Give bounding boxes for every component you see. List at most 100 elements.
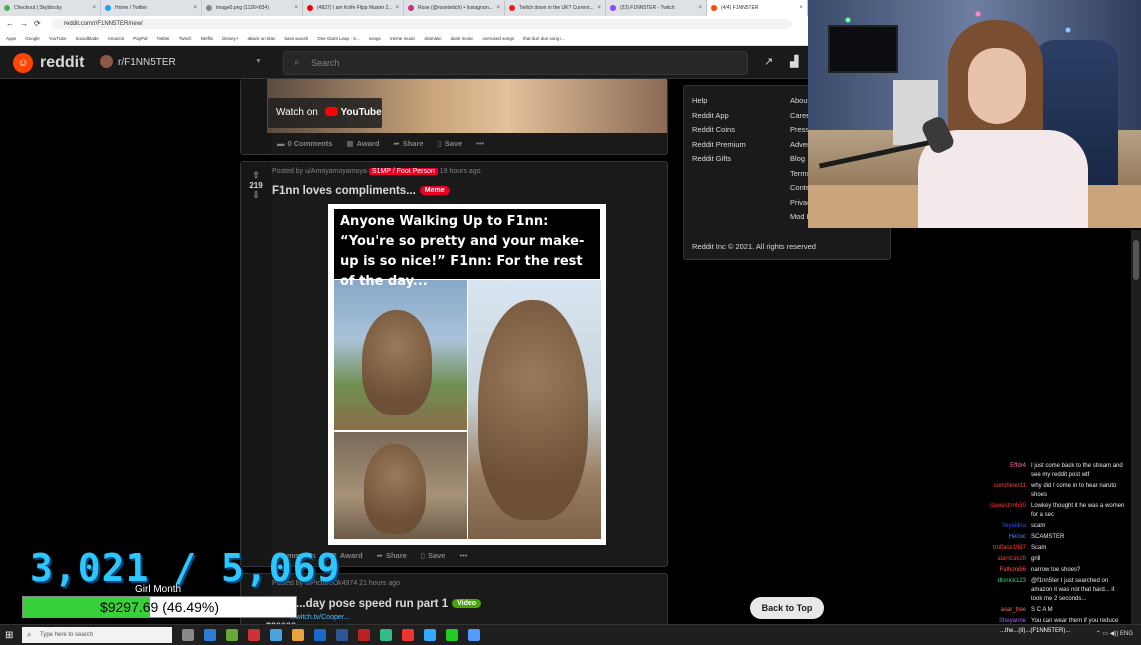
reddit-logo-icon[interactable]: ☺	[13, 53, 33, 73]
bookmark-item[interactable]: bass woosh	[285, 32, 309, 45]
bookmark-item[interactable]: Google	[25, 32, 40, 45]
chat-username[interactable]: Falhoni56	[1000, 566, 1026, 575]
chevron-down-icon[interactable]: ▼	[255, 58, 262, 65]
nav-arrows-icon[interactable]: ←→⟳	[6, 16, 47, 32]
taskbar-app-icon[interactable]	[336, 629, 348, 641]
footer-link[interactable]: Press	[790, 125, 810, 134]
bookmark-item[interactable]: Twitch	[179, 32, 192, 45]
scrollbar[interactable]	[1131, 230, 1141, 624]
footer-link[interactable]: Terms	[790, 169, 810, 178]
taskbar-app-icon[interactable]	[402, 629, 414, 641]
watch-on-youtube-button[interactable]: Watch on YouTube	[268, 98, 382, 128]
award-button[interactable]: ▦ Award	[347, 139, 380, 148]
bookmark-item[interactable]: songs	[369, 32, 381, 45]
taskbar-app-icon[interactable]	[204, 629, 216, 641]
footer-link[interactable]: Reddit Gifts	[692, 154, 731, 163]
more-options-button[interactable]: •••	[476, 139, 484, 148]
close-icon[interactable]: ×	[193, 0, 197, 16]
footer-link[interactable]: About	[790, 96, 810, 105]
chat-username[interactable]: alanlzak28	[997, 555, 1026, 564]
chat-username[interactable]: Heroic	[1009, 533, 1026, 542]
chat-username[interactable]: Yeyeiikra	[1002, 522, 1026, 531]
stats-icon[interactable]: ▟	[790, 55, 798, 68]
subreddit-name[interactable]: r/F1NN5TER	[118, 57, 176, 68]
reddit-wordmark[interactable]: reddit	[40, 54, 84, 72]
taskbar-search-input[interactable]: ⌕ Type here to search	[22, 627, 172, 643]
taskbar-app-icon[interactable]	[358, 629, 370, 641]
taskbar-app-icon[interactable]	[248, 629, 260, 641]
chat-username[interactable]: dlsnick123	[998, 577, 1026, 586]
bookmark-item[interactable]: Amazon	[108, 32, 125, 45]
windows-start-icon[interactable]: ⊞	[5, 630, 13, 641]
footer-link[interactable]: Help	[692, 96, 707, 105]
browser-tab[interactable]: Home / Twitter ×	[101, 0, 202, 16]
browser-tab[interactable]: Twitch down in the UK? Current... ×	[505, 0, 606, 16]
browser-tab[interactable]: image0.png (1126×834) ×	[202, 0, 303, 16]
bookmark-item[interactable]: Twitter	[157, 32, 170, 45]
system-tray[interactable]: ⌃ ▭ ◀)) ENG	[1096, 630, 1133, 637]
footer-link[interactable]: Careers	[790, 111, 810, 120]
share-button[interactable]: ➦ Share	[377, 551, 407, 560]
bookmark-item[interactable]: Apps	[6, 32, 16, 45]
taskbar-app-icon[interactable]	[314, 629, 326, 641]
post-tag[interactable]: Video	[452, 599, 482, 608]
taskbar-app-icon[interactable]	[380, 629, 392, 641]
post-title[interactable]: F1nn loves compliments... Meme	[272, 185, 450, 197]
bookmark-item[interactable]: meme music	[390, 32, 416, 45]
save-button[interactable]: ▯ Save	[421, 551, 446, 560]
browser-tab[interactable]: (4/4) F1NN5TER ×	[707, 0, 808, 16]
search-input[interactable]: ⌕ Search	[283, 51, 748, 75]
trending-icon[interactable]: ↗	[764, 55, 773, 68]
browser-tab[interactable]: (4837) I am Knife Flipp Master 2... ×	[303, 0, 404, 16]
downvote-icon[interactable]: ⇩	[243, 190, 269, 201]
browser-tab[interactable]: Rose (@rosetwitch) • Instagram... ×	[404, 0, 505, 16]
footer-link[interactable]: Blog	[790, 154, 810, 163]
footer-link[interactable]: Content Policy	[790, 183, 810, 192]
bookmark-item[interactable]: dank music	[451, 32, 474, 45]
post-author[interactable]: Posted by u/Amoyamoyamoya	[272, 168, 367, 175]
footer-link[interactable]: Reddit App	[692, 111, 729, 120]
bookmark-item[interactable]: One Giant Leap - S...	[317, 32, 360, 45]
close-icon[interactable]: ×	[92, 0, 96, 16]
footer-link[interactable]: Advertise	[790, 140, 810, 149]
bookmark-item[interactable]: that dun dun song i...	[523, 32, 565, 45]
bookmark-item[interactable]: YouTube	[49, 32, 67, 45]
close-icon[interactable]: ×	[799, 0, 803, 16]
browser-tab[interactable]: (22) F1NN5TER - Twitch ×	[606, 0, 707, 16]
bookmark-item[interactable]: Socialblade	[75, 32, 98, 45]
save-button[interactable]: ▯ Save	[438, 139, 463, 148]
close-icon[interactable]: ×	[294, 0, 298, 16]
post-tag[interactable]: Meme	[419, 186, 450, 195]
chat-username[interactable]: trolface1997	[993, 544, 1026, 553]
bookmark-item[interactable]: dramatic	[424, 32, 441, 45]
taskbar-app-icon[interactable]	[292, 629, 304, 641]
chat-username[interactable]: daviestrinh50	[990, 502, 1026, 511]
more-options-button[interactable]: •••	[459, 551, 467, 560]
footer-link[interactable]: Reddit Coins	[692, 125, 735, 134]
close-icon[interactable]: ×	[597, 0, 601, 16]
taskbar-app-icon[interactable]	[446, 629, 458, 641]
bookmark-item[interactable]: overused songs	[482, 32, 514, 45]
url-field[interactable]: reddit.com/r/F1NN5TER/new/	[52, 19, 792, 29]
back-to-top-button[interactable]: Back to Top	[750, 597, 824, 619]
footer-link[interactable]: Reddit Premium	[692, 140, 746, 149]
chat-username[interactable]: Effdr4	[1010, 462, 1026, 471]
close-icon[interactable]: ×	[496, 0, 500, 16]
post-next-title[interactable]: ...day pose speed run part 1 Video	[296, 598, 482, 610]
post-next-link[interactable]: ...witch.tv/Cooper...	[290, 614, 350, 621]
bookmark-item[interactable]: attack on titan	[247, 32, 275, 45]
taskbar-app-icon[interactable]	[468, 629, 480, 641]
taskbar-app-icon[interactable]	[182, 629, 194, 641]
taskbar-app-icon[interactable]	[270, 629, 282, 641]
upvote-icon[interactable]: ⇧	[243, 170, 269, 181]
comments-button[interactable]: ▬ 0 Comments	[277, 139, 333, 148]
close-icon[interactable]: ×	[395, 0, 399, 16]
footer-link[interactable]: Mod Policy	[790, 212, 810, 221]
share-button[interactable]: ➦ Share	[393, 139, 423, 148]
taskbar-app-icon[interactable]	[424, 629, 436, 641]
browser-tab[interactable]: Checkout | Skyblocky ×	[0, 0, 101, 16]
taskbar-app-icon[interactable]	[226, 629, 238, 641]
bookmark-item[interactable]: Disney+	[222, 32, 238, 45]
chat-username[interactable]: sunshiner11	[994, 482, 1026, 491]
bookmark-item[interactable]: Netflix	[201, 32, 214, 45]
